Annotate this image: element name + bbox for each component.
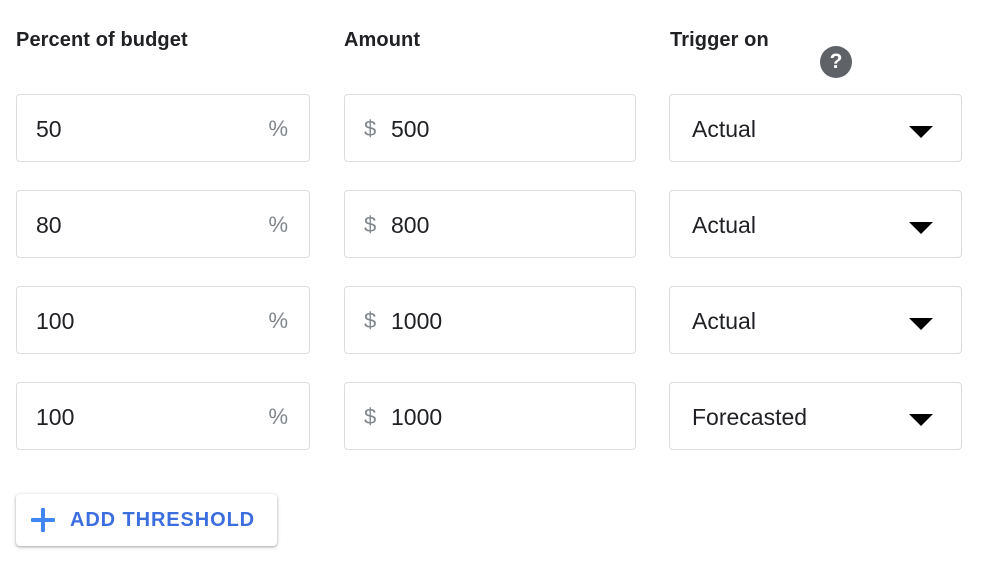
trigger-on-select-3[interactable]: Actual xyxy=(669,286,962,354)
table-row: 100 % $ 1000 Forecasted xyxy=(0,382,1000,450)
percent-value-4: 100 xyxy=(36,404,75,430)
percent-value-2: 80 xyxy=(36,212,62,238)
chevron-down-icon xyxy=(909,222,933,234)
percent-suffix-1: % xyxy=(268,116,288,141)
amount-input-2[interactable]: $ 800 xyxy=(344,190,636,258)
amount-value-3: 1000 xyxy=(391,308,443,334)
percent-suffix-2: % xyxy=(268,212,288,237)
column-header-percent-of-budget: Percent of budget xyxy=(16,29,188,51)
amount-value-4: 1000 xyxy=(391,404,443,430)
trigger-value-3: Actual xyxy=(692,308,756,334)
percent-of-budget-input-3[interactable]: 100 % xyxy=(16,286,310,354)
plus-icon xyxy=(30,507,56,533)
chevron-down-icon xyxy=(909,414,933,426)
chevron-down-icon xyxy=(909,126,933,138)
percent-value-1: 50 xyxy=(36,116,62,142)
currency-prefix-4: $ xyxy=(364,404,377,429)
amount-input-3[interactable]: $ 1000 xyxy=(344,286,636,354)
table-row: 50 % $ 500 Actual xyxy=(0,94,1000,162)
table-row: 80 % $ 800 Actual xyxy=(0,190,1000,258)
percent-of-budget-input-4[interactable]: 100 % xyxy=(16,382,310,450)
add-threshold-button[interactable]: ADD THRESHOLD xyxy=(16,494,278,546)
amount-input-4[interactable]: $ 1000 xyxy=(344,382,636,450)
trigger-on-select-4[interactable]: Forecasted xyxy=(669,382,962,450)
percent-suffix-4: % xyxy=(268,404,288,429)
percent-suffix-3: % xyxy=(268,308,288,333)
percent-value-3: 100 xyxy=(36,308,75,334)
column-headers: Percent of budget Amount Trigger on ? xyxy=(0,22,1000,78)
table-row: 100 % $ 1000 Actual xyxy=(0,286,1000,354)
amount-input-1[interactable]: $ 500 xyxy=(344,94,636,162)
currency-prefix-3: $ xyxy=(364,308,377,333)
amount-value-1: 500 xyxy=(391,116,430,142)
column-header-amount: Amount xyxy=(344,29,421,51)
trigger-value-1: Actual xyxy=(692,116,756,142)
column-header-trigger-on: Trigger on xyxy=(670,29,769,51)
chevron-down-icon xyxy=(909,318,933,330)
trigger-value-4: Forecasted xyxy=(692,404,808,430)
trigger-on-select-2[interactable]: Actual xyxy=(669,190,962,258)
trigger-value-2: Actual xyxy=(692,212,756,238)
trigger-on-select-1[interactable]: Actual xyxy=(669,94,962,162)
amount-value-2: 800 xyxy=(391,212,430,238)
currency-prefix-2: $ xyxy=(364,212,377,237)
percent-of-budget-input-1[interactable]: 50 % xyxy=(16,94,310,162)
help-icon[interactable]: ? xyxy=(820,46,852,78)
percent-of-budget-input-2[interactable]: 80 % xyxy=(16,190,310,258)
add-threshold-label: ADD THRESHOLD xyxy=(70,508,256,531)
budget-thresholds-panel: Percent of budget Amount Trigger on ? 50… xyxy=(0,0,1000,584)
currency-prefix-1: $ xyxy=(364,116,377,141)
